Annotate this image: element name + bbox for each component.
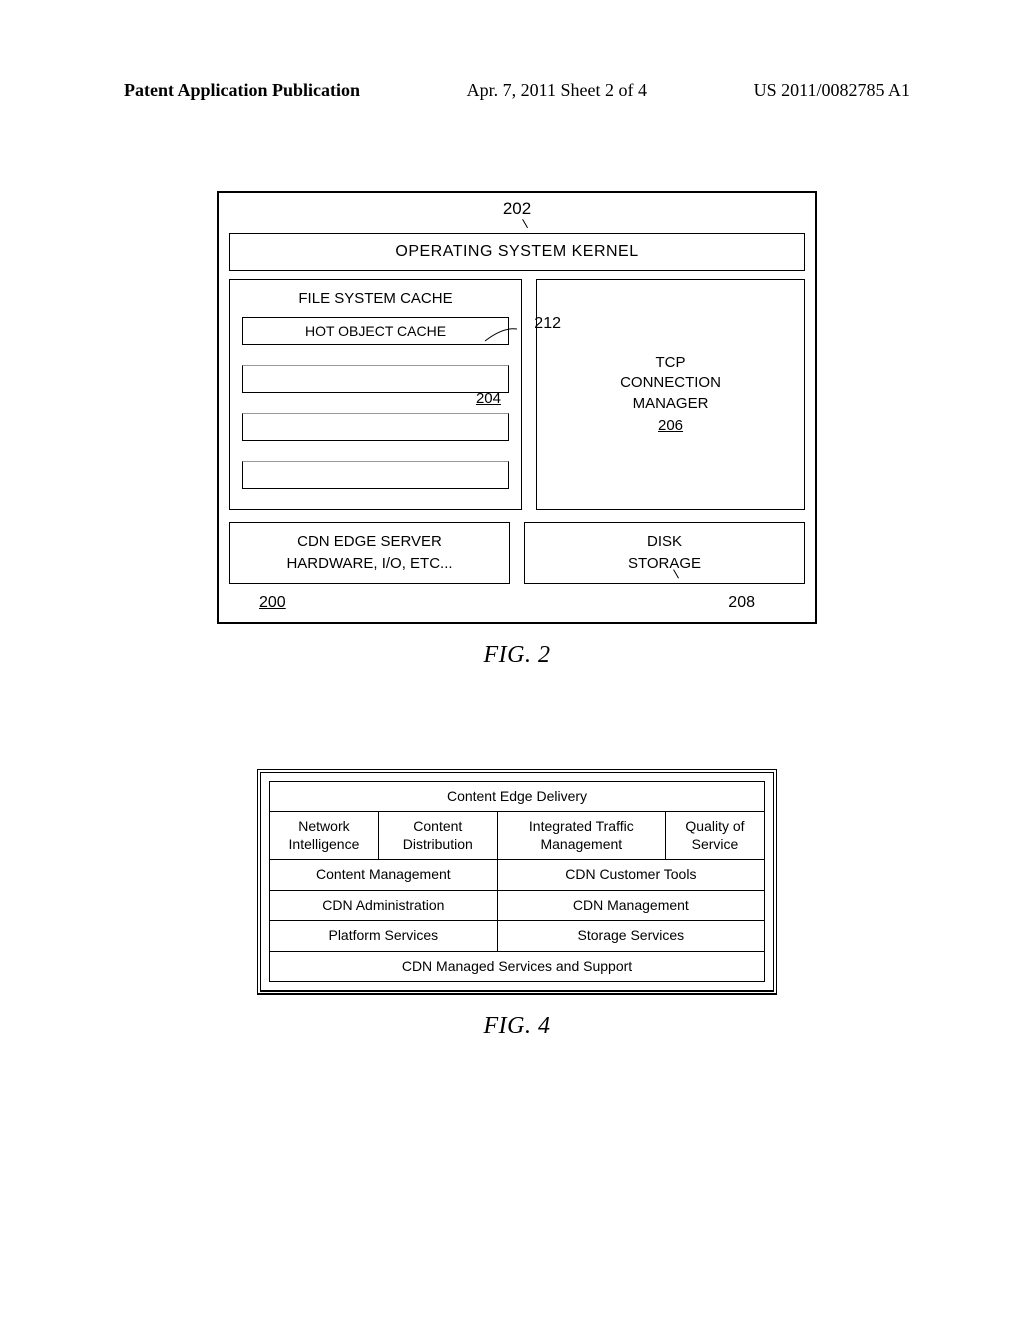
- fig2-foot-row: 200 208: [229, 584, 805, 612]
- table-row: Platform Services Storage Services: [270, 921, 765, 952]
- fig4-container: Content Edge Delivery Network Intelligen…: [257, 769, 777, 1041]
- table-row: Network Intelligence Content Distributio…: [270, 812, 765, 860]
- fig2-bottom-row: CDN EDGE SERVER HARDWARE, I/O, ETC... DI…: [229, 522, 805, 584]
- patent-page: Patent Application Publication Apr. 7, 2…: [0, 0, 1024, 1320]
- callout-202-leader: [522, 219, 528, 228]
- ref-204: 204: [476, 390, 501, 407]
- fig4-table: Content Edge Delivery Network Intelligen…: [269, 781, 765, 983]
- hot-object-cache-box: HOT OBJECT CACHE: [242, 317, 509, 345]
- os-kernel-label: OPERATING SYSTEM KERNEL: [395, 243, 638, 261]
- disk-storage-label-line2: STORAGE: [531, 553, 798, 575]
- header-right: US 2011/0082785 A1: [754, 80, 910, 101]
- page-header: Patent Application Publication Apr. 7, 2…: [120, 80, 914, 101]
- cdn-hardware-box: CDN EDGE SERVER HARDWARE, I/O, ETC...: [229, 522, 510, 584]
- fig4-caption: FIG. 4: [257, 1013, 777, 1040]
- tcp-label-line1: TCP: [656, 353, 686, 373]
- cdn-hardware-label-line2: HARDWARE, I/O, ETC...: [236, 553, 503, 575]
- cell-cdn-managed-services: CDN Managed Services and Support: [270, 951, 765, 982]
- cell-content-management: Content Management: [270, 860, 498, 891]
- hot-object-cache-label: HOT OBJECT CACHE: [305, 323, 446, 339]
- ref-200: 200: [259, 594, 286, 612]
- header-left: Patent Application Publication: [124, 80, 360, 101]
- cache-slot: [242, 461, 509, 489]
- header-center: Apr. 7, 2011 Sheet 2 of 4: [467, 80, 647, 101]
- file-system-cache-box: FILE SYSTEM CACHE HOT OBJECT CACHE 212 2…: [229, 279, 522, 510]
- cell-integrated-traffic-management: Integrated Traffic Management: [497, 812, 665, 860]
- table-row: Content Management CDN Customer Tools: [270, 860, 765, 891]
- ref-208: 208: [728, 594, 755, 612]
- tcp-connection-manager-box: TCP CONNECTION MANAGER 206: [536, 279, 805, 510]
- callout-212-leader: [483, 327, 519, 347]
- cell-cdn-customer-tools: CDN Customer Tools: [497, 860, 764, 891]
- cell-content-edge-delivery: Content Edge Delivery: [270, 781, 765, 812]
- table-row: CDN Managed Services and Support: [270, 951, 765, 982]
- os-kernel-box: OPERATING SYSTEM KERNEL: [229, 233, 805, 271]
- cell-content-distribution: Content Distribution: [378, 812, 497, 860]
- cell-storage-services: Storage Services: [497, 921, 764, 952]
- fig4-table-frame: Content Edge Delivery Network Intelligen…: [257, 769, 777, 996]
- fig2-caption: FIG. 2: [217, 642, 817, 669]
- table-row: CDN Administration CDN Management: [270, 890, 765, 921]
- cell-cdn-management: CDN Management: [497, 890, 764, 921]
- fig2-mid-row: FILE SYSTEM CACHE HOT OBJECT CACHE 212 2…: [229, 279, 805, 510]
- fig2-container: 202 OPERATING SYSTEM KERNEL FILE SYSTEM …: [217, 191, 817, 669]
- cell-cdn-administration: CDN Administration: [270, 890, 498, 921]
- tcp-label-line2: CONNECTION: [620, 373, 721, 393]
- cell-network-intelligence: Network Intelligence: [270, 812, 379, 860]
- fig2-diagram: 202 OPERATING SYSTEM KERNEL FILE SYSTEM …: [217, 191, 817, 624]
- table-row: Content Edge Delivery: [270, 781, 765, 812]
- cache-slot: [242, 413, 509, 441]
- ref-206: 206: [658, 416, 683, 436]
- tcp-label-line3: MANAGER: [633, 394, 709, 414]
- callout-202: 202: [503, 199, 531, 219]
- cell-platform-services: Platform Services: [270, 921, 498, 952]
- disk-storage-box: DISK STORAGE: [524, 522, 805, 584]
- disk-storage-label-line1: DISK: [531, 531, 798, 553]
- file-system-cache-label: FILE SYSTEM CACHE: [242, 290, 509, 307]
- cdn-hardware-label-line1: CDN EDGE SERVER: [236, 531, 503, 553]
- cache-slot: [242, 365, 509, 393]
- cell-quality-of-service: Quality of Service: [665, 812, 764, 860]
